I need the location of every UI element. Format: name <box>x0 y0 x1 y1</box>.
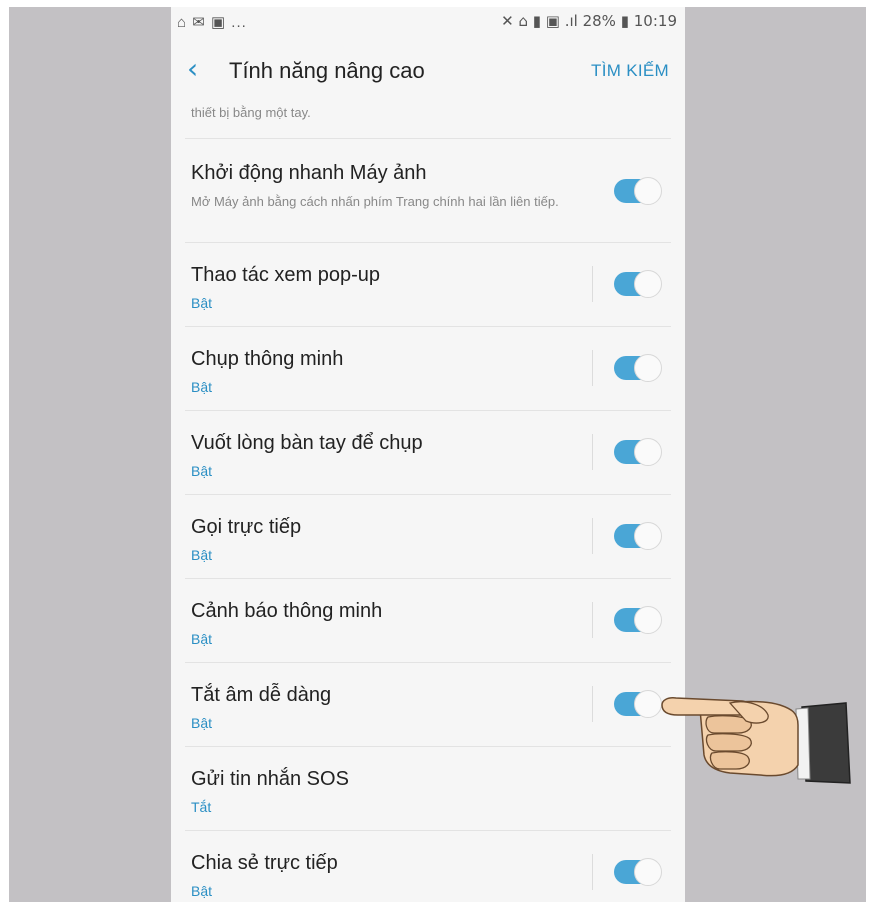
setting-title: Khởi động nhanh Máy ảnh <box>191 162 427 184</box>
vertical-divider <box>592 518 593 554</box>
setting-row-direct-share[interactable]: Chia sẻ trực tiếp Bật <box>171 830 685 902</box>
vertical-divider <box>592 350 593 386</box>
setting-status: Bật <box>191 463 213 479</box>
setting-row-popup-view[interactable]: Thao tác xem pop-up Bật <box>171 242 685 326</box>
toggle-switch[interactable] <box>614 177 662 205</box>
setting-title: Vuốt lòng bàn tay để chụp <box>191 432 423 454</box>
page-title: Tính năng nâng cao <box>229 58 425 83</box>
vertical-divider <box>592 854 593 890</box>
toggle-knob <box>634 522 662 550</box>
vertical-divider <box>592 602 593 638</box>
setting-status: Bật <box>191 631 213 647</box>
toggle-switch[interactable] <box>614 522 662 550</box>
toggle-switch[interactable] <box>614 354 662 382</box>
setting-title: Chia sẻ trực tiếp <box>191 852 338 874</box>
vertical-divider <box>592 266 593 302</box>
toggle-knob <box>634 606 662 634</box>
setting-row-smart-alert[interactable]: Cảnh báo thông minh Bật <box>171 578 685 662</box>
toggle-switch[interactable] <box>614 270 662 298</box>
signal-icons: ✕ ⌂ ▮ ▣ .ıl <box>501 12 578 30</box>
setting-row-quick-camera[interactable]: Khởi động nhanh Máy ảnh Mở Máy ảnh bằng … <box>171 138 685 242</box>
setting-status: Bật <box>191 883 213 899</box>
partial-description: thiết bị bằng một tay. <box>191 105 311 120</box>
toggle-switch[interactable] <box>614 858 662 886</box>
toggle-knob <box>634 354 662 382</box>
status-bar: ⌂ ✉ ▣ ... ✕ ⌂ ▮ ▣ .ıl 28% ▮ 10:19 <box>171 7 685 37</box>
setting-status: Bật <box>191 295 213 311</box>
setting-row-direct-call[interactable]: Gọi trực tiếp Bật <box>171 494 685 578</box>
setting-status: Bật <box>191 715 213 731</box>
setting-status: Bật <box>191 379 213 395</box>
search-button[interactable]: TÌM KIẾM <box>591 61 669 81</box>
setting-title: Cảnh báo thông minh <box>191 600 383 622</box>
battery-icon: ▮ <box>620 12 629 30</box>
clock: 10:19 <box>633 12 677 30</box>
phone-screen: ⌂ ✉ ▣ ... ✕ ⌂ ▮ ▣ .ıl 28% ▮ 10:19 ‹ Tính… <box>171 7 685 902</box>
toggle-knob <box>634 690 662 718</box>
setting-row-smart-capture[interactable]: Chụp thông minh Bật <box>171 326 685 410</box>
setting-title: Gửi tin nhắn SOS <box>191 768 349 790</box>
back-arrow-icon[interactable]: ‹ <box>187 55 198 83</box>
toggle-knob <box>634 858 662 886</box>
vertical-divider <box>592 434 593 470</box>
setting-row-send-sos[interactable]: Gửi tin nhắn SOS Tắt <box>171 746 685 830</box>
setting-status: Tắt <box>191 799 212 815</box>
setting-status: Bật <box>191 547 213 563</box>
toggle-switch[interactable] <box>614 690 662 718</box>
setting-title: Tắt âm dễ dàng <box>191 684 332 706</box>
app-header: ‹ Tính năng nâng cao TÌM KIẾM <box>171 47 685 97</box>
status-right: ✕ ⌂ ▮ ▣ .ıl 28% ▮ 10:19 <box>501 12 677 30</box>
setting-title: Gọi trực tiếp <box>191 516 302 538</box>
vertical-divider <box>592 686 593 722</box>
battery-percent: 28% <box>582 12 616 30</box>
setting-title: Thao tác xem pop-up <box>191 264 380 286</box>
pointing-hand-icon <box>661 697 851 784</box>
setting-row-palm-swipe[interactable]: Vuốt lòng bàn tay để chụp Bật <box>171 410 685 494</box>
setting-row-easy-mute[interactable]: Tắt âm dễ dàng Bật <box>171 662 685 746</box>
toggle-knob <box>634 270 662 298</box>
setting-description: Mở Máy ảnh bằng cách nhấn phím Trang chí… <box>191 194 559 209</box>
toggle-switch[interactable] <box>614 606 662 634</box>
notification-icons: ⌂ ✉ ▣ ... <box>177 14 247 31</box>
setting-title: Chụp thông minh <box>191 348 344 370</box>
toggle-switch[interactable] <box>614 438 662 466</box>
toggle-knob <box>634 438 662 466</box>
toggle-knob <box>634 177 662 205</box>
